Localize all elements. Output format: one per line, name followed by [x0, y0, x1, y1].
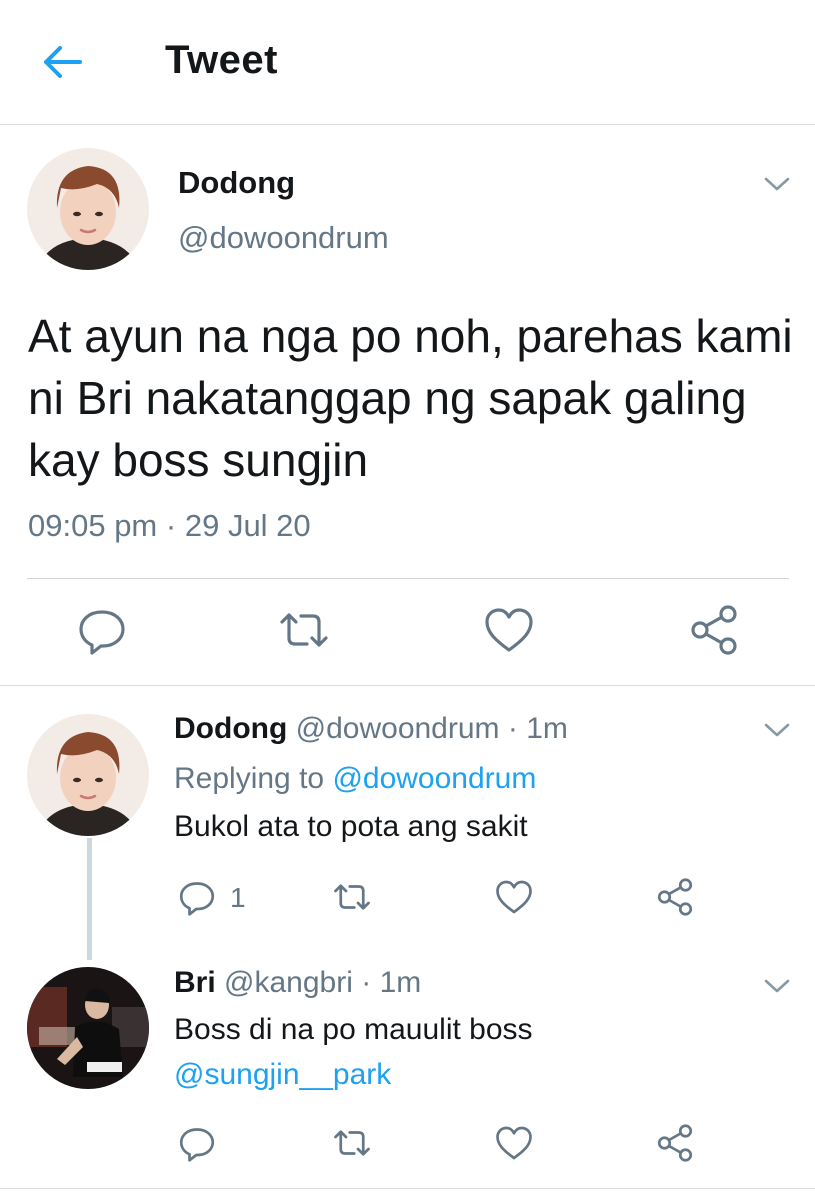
divider: [27, 578, 789, 579]
retweet-button[interactable]: [331, 876, 373, 918]
like-button[interactable]: [493, 1122, 535, 1164]
share-icon: [691, 605, 737, 655]
reply-author-handle[interactable]: @kangbri: [224, 966, 353, 999]
like-icon: [496, 1126, 532, 1160]
reply-author-handle[interactable]: @dowoondrum: [296, 712, 500, 745]
chevron-down-icon: [764, 177, 790, 191]
avatar[interactable]: [27, 714, 149, 836]
reply-age: 1m: [379, 966, 422, 999]
share-button[interactable]: [686, 602, 742, 658]
reply-options-button[interactable]: [762, 720, 792, 740]
retweet-button[interactable]: [276, 602, 332, 658]
share-button[interactable]: [654, 876, 696, 918]
tweet-options-button[interactable]: [762, 174, 792, 194]
replying-to-label: Replying to: [174, 762, 325, 795]
reply-separator: ·: [361, 966, 372, 999]
share-icon: [657, 1124, 693, 1162]
reply-icon: [179, 1128, 215, 1162]
reply-button[interactable]: [176, 876, 218, 918]
tweet-text: At ayun na nga po noh, parehas kami ni B…: [28, 310, 793, 486]
like-icon: [485, 608, 533, 652]
avatar-photo: [27, 967, 149, 1089]
reply-author-name[interactable]: Bri: [174, 966, 216, 999]
reply-icon: [79, 610, 125, 655]
tweet-time: 09:05 pm: [28, 508, 158, 543]
back-button[interactable]: [40, 40, 84, 84]
avatar[interactable]: [27, 967, 149, 1089]
reply-button[interactable]: [74, 602, 130, 658]
share-icon: [657, 878, 693, 916]
back-arrow-icon: [44, 46, 82, 78]
retweet-button[interactable]: [331, 1122, 373, 1164]
reply-button[interactable]: [176, 1122, 218, 1164]
retweet-icon: [334, 1130, 370, 1156]
mention-link[interactable]: @sungjin__park: [174, 1058, 391, 1092]
author-handle[interactable]: @dowoondrum: [178, 220, 389, 256]
reply-age: 1m: [526, 712, 568, 745]
reply-options-button[interactable]: [762, 976, 792, 996]
avatar-photo: [27, 148, 149, 270]
divider: [0, 1188, 815, 1189]
reply-text: Bukol ata to pota ang sakit: [174, 810, 528, 843]
reply-author-name[interactable]: Dodong: [174, 712, 287, 745]
divider: [0, 685, 815, 686]
author-name[interactable]: Dodong: [178, 165, 295, 201]
timestamp-separator: ·: [165, 508, 177, 543]
tweet-date: 29 Jul 20: [184, 508, 311, 543]
reply-separator: ·: [507, 712, 518, 745]
replying-to: Replying to @dowoondrum: [174, 762, 536, 796]
top-bar: Tweet: [0, 0, 815, 125]
share-button[interactable]: [654, 1122, 696, 1164]
like-button[interactable]: [493, 876, 535, 918]
reply-text: Boss di na po mauulit boss: [174, 1013, 533, 1046]
like-button[interactable]: [481, 602, 537, 658]
chevron-down-icon: [764, 979, 790, 993]
thread-line: [87, 838, 92, 960]
reply-icon: [179, 882, 215, 916]
chevron-down-icon: [764, 723, 790, 737]
avatar[interactable]: [27, 148, 149, 270]
page-title: Tweet: [165, 38, 278, 82]
tweet-timestamp[interactable]: 09:05 pm · 29 Jul 20: [28, 508, 311, 544]
avatar-photo: [27, 714, 149, 836]
retweet-icon: [334, 884, 370, 910]
replying-to-handle[interactable]: @dowoondrum: [332, 762, 536, 795]
reply-header: Bri @kangbri · 1m: [174, 966, 421, 1000]
retweet-icon: [280, 613, 328, 647]
reply-count: 1: [230, 882, 246, 913]
reply-header: Dodong @dowoondrum · 1m: [174, 712, 568, 746]
like-icon: [496, 880, 532, 914]
